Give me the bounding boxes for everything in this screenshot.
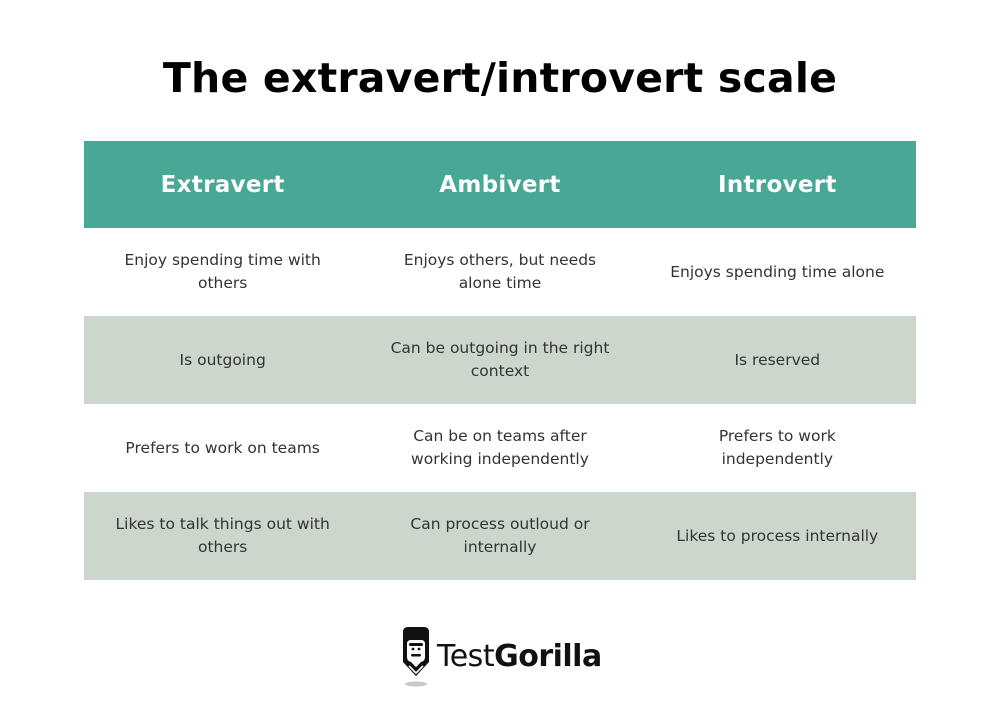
logo-text-test: Test bbox=[437, 639, 495, 674]
logo-text-gorilla: Gorilla bbox=[494, 639, 602, 674]
table-cell: Enjoys others, but needs alone time bbox=[403, 251, 597, 292]
table-cell: Is reserved bbox=[734, 350, 821, 369]
table-row: Enjoy spending time with others Enjoys o… bbox=[84, 228, 916, 316]
header-ambivert: Ambivert bbox=[439, 171, 561, 198]
table-cell: Is outgoing bbox=[179, 350, 266, 369]
table-row: Likes to talk things out with others Can… bbox=[84, 492, 916, 580]
gorilla-pencil-icon bbox=[403, 627, 429, 687]
table-cell: Enjoys spending time alone bbox=[670, 262, 885, 281]
header-extravert: Extravert bbox=[160, 171, 285, 198]
table-cell: Prefers to work on teams bbox=[125, 438, 320, 457]
table-row: Prefers to work on teams Can be on teams… bbox=[84, 404, 916, 492]
header-introvert: Introvert bbox=[717, 171, 837, 198]
table-cell: Can process outloud or internally bbox=[410, 515, 590, 556]
table-cell: Likes to process internally bbox=[676, 526, 879, 545]
table-header: Extravert Ambivert Introvert bbox=[84, 141, 916, 228]
table-cell: Likes to talk things out with others bbox=[115, 515, 330, 556]
testgorilla-logo: TestGorilla bbox=[399, 626, 602, 688]
logo-wordmark: TestGorilla bbox=[437, 640, 602, 674]
comparison-table: Extravert Ambivert Introvert Enjoy spend… bbox=[84, 141, 916, 580]
table-cell: Prefers to work independently bbox=[718, 427, 836, 468]
table-row: Is outgoing Can be outgoing in the right… bbox=[84, 316, 916, 404]
page-title: The extravert/introvert scale bbox=[162, 54, 838, 102]
table-cell: Can be on teams after working independen… bbox=[411, 427, 589, 468]
table-cell: Can be outgoing in the right context bbox=[390, 339, 610, 380]
table-cell: Enjoy spending time with others bbox=[124, 251, 321, 292]
